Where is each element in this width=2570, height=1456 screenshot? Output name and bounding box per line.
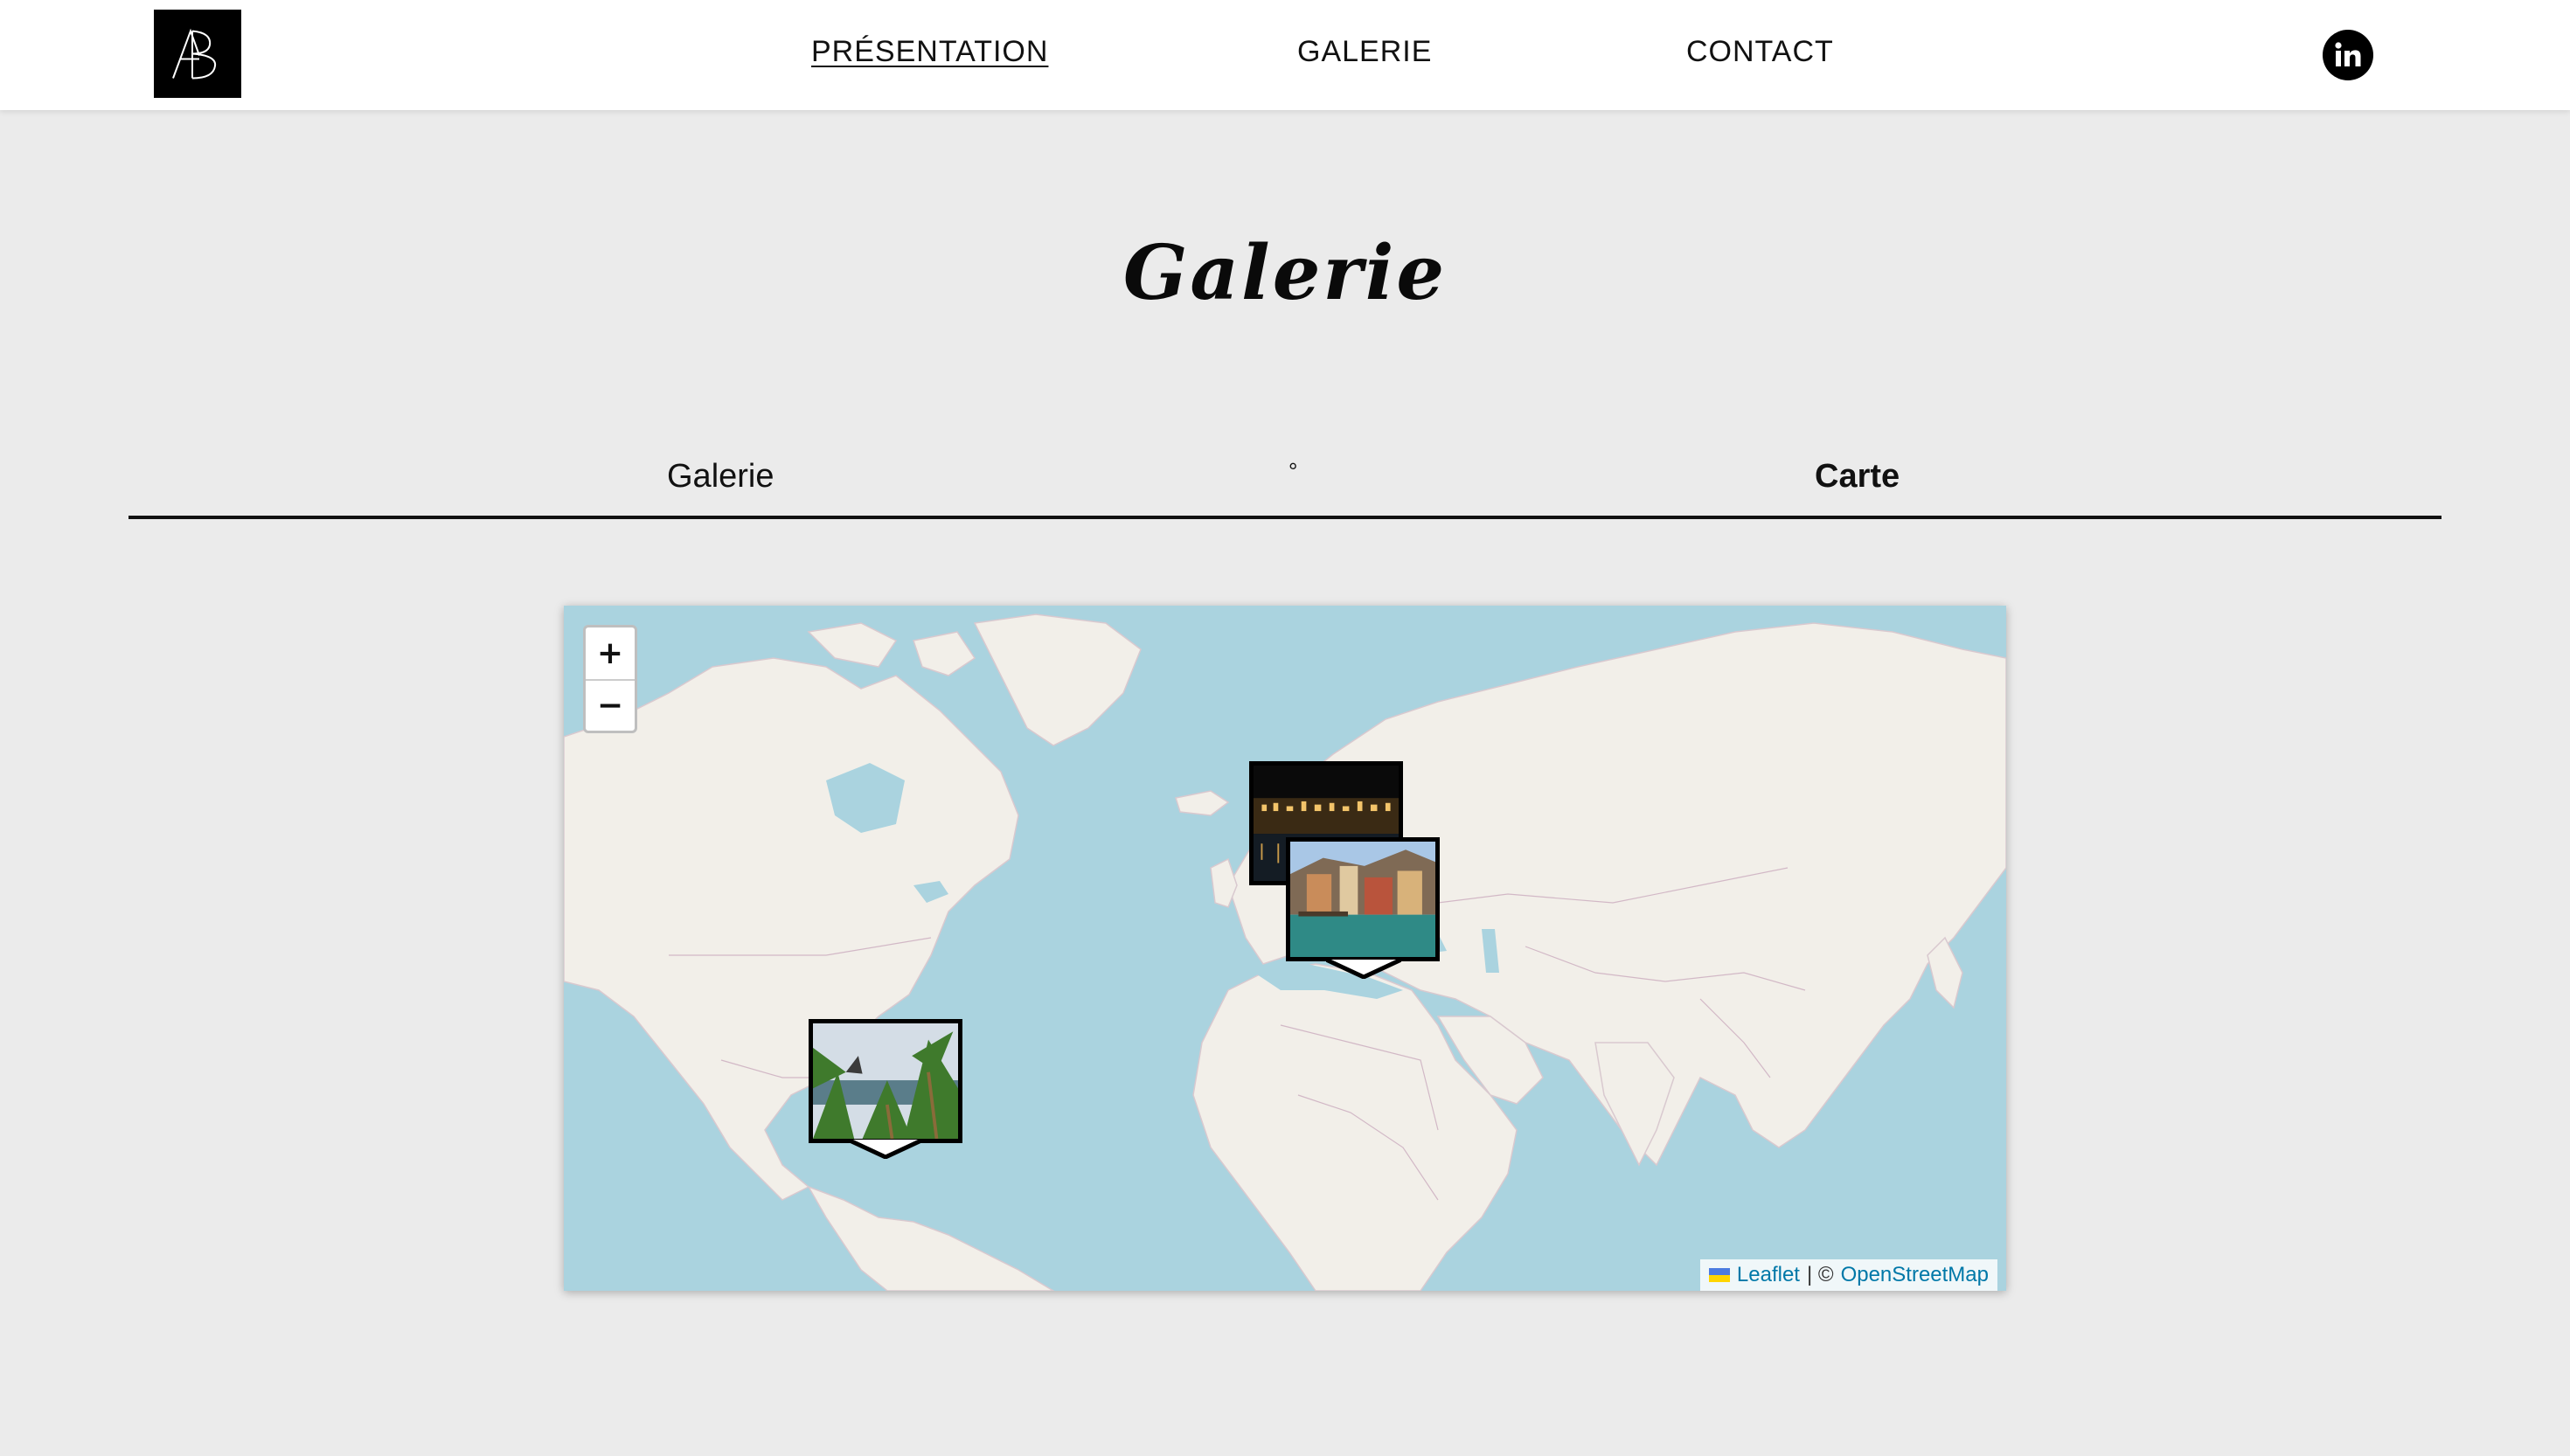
logo-monogram-icon [172,28,217,80]
photo-thumbnail-icon [1290,842,1435,957]
site-logo[interactable] [154,10,241,98]
leaflet-link[interactable]: Leaflet [1737,1263,1800,1287]
attribution-separator: | © [1806,1263,1834,1286]
gallery-tabs: Galerie ° Carte [128,446,2442,519]
zoom-out-button[interactable]: − [586,679,635,731]
linkedin-icon [2335,42,2361,66]
zoom-control: + − [583,625,637,733]
nav-contact[interactable]: CONTACT [1686,35,1834,69]
page-title: Galerie [1122,229,1448,317]
marker-central-america-palms[interactable] [809,1019,962,1143]
zoom-in-button[interactable]: + [586,627,635,679]
site-header: PRÉSENTATION GALERIE CONTACT [0,0,2570,110]
world-map[interactable]: + − Leaflet | © OpenStreetMap [564,606,2006,1291]
openstreetmap-link[interactable]: OpenStreetMap [1841,1263,1989,1287]
marker-pointer-icon [1326,960,1401,979]
tab-carte[interactable]: Carte [1815,458,1900,496]
tab-separator: ° [1288,458,1298,484]
ukraine-flag-icon [1708,1268,1730,1282]
map-tiles [564,606,2006,1291]
linkedin-button[interactable] [2323,30,2373,80]
marker-europe-harbor[interactable] [1286,837,1440,961]
nav-presentation[interactable]: PRÉSENTATION [811,35,1048,69]
nav-galerie[interactable]: GALERIE [1297,35,1432,69]
photo-thumbnail-icon [813,1023,958,1139]
marker-pointer-icon [848,1140,923,1159]
map-attribution: Leaflet | © OpenStreetMap [1699,1259,1997,1291]
tab-galerie[interactable]: Galerie [667,458,774,496]
